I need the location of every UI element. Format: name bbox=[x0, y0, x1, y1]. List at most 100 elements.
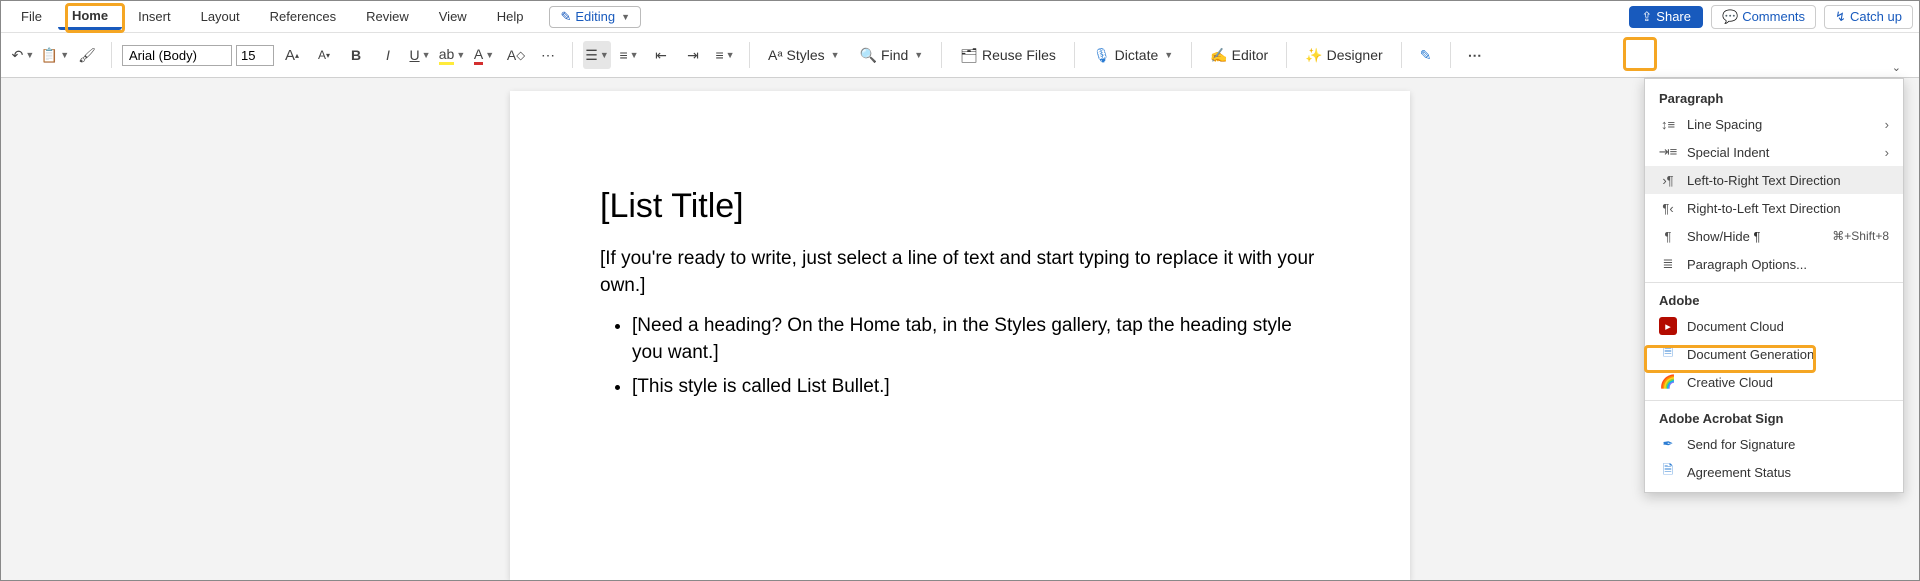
tab-layout[interactable]: Layout bbox=[187, 5, 254, 28]
tab-insert[interactable]: Insert bbox=[124, 5, 185, 28]
doc-gen-icon: 🗎 bbox=[1659, 345, 1677, 363]
catchup-button[interactable]: ↯ Catch up bbox=[1824, 5, 1913, 29]
comments-button[interactable]: 💬 Comments bbox=[1711, 5, 1816, 29]
more-font-button[interactable]: ⋯ bbox=[534, 41, 562, 69]
menu-shortcut: ⌘+Shift+8 bbox=[1832, 229, 1889, 243]
menu-agreement-status[interactable]: 🗎 Agreement Status bbox=[1645, 458, 1903, 486]
tab-help[interactable]: Help bbox=[483, 5, 538, 28]
menu-label: Left-to-Right Text Direction bbox=[1687, 173, 1841, 188]
designer-label: Designer bbox=[1327, 47, 1383, 63]
menu-document-generation[interactable]: 🗎 Document Generation bbox=[1645, 340, 1903, 368]
dictate-button[interactable]: 🎙 Dictate▼ bbox=[1085, 40, 1181, 70]
editor-button[interactable]: ✍ Editor bbox=[1202, 40, 1276, 70]
designer-icon: ✨ bbox=[1305, 47, 1322, 64]
pencil-icon: ✎ bbox=[560, 9, 571, 25]
page: [List Title] [If you're ready to write, … bbox=[510, 91, 1410, 580]
shrink-font-button[interactable]: A▾ bbox=[310, 41, 338, 69]
highlight-button[interactable]: ab▼ bbox=[438, 41, 466, 69]
share-button[interactable]: ⇪ Share bbox=[1629, 6, 1703, 28]
search-icon: 🔍 bbox=[860, 47, 877, 64]
list-item[interactable]: [Need a heading? On the Home tab, in the… bbox=[632, 313, 1320, 366]
find-button[interactable]: 🔍 Find▼ bbox=[852, 40, 932, 70]
catchup-label: Catch up bbox=[1850, 9, 1902, 24]
menu-label: Document Cloud bbox=[1687, 319, 1784, 334]
bold-button[interactable]: B bbox=[342, 41, 370, 69]
tab-review[interactable]: Review bbox=[352, 5, 423, 28]
outdent-button[interactable]: ⇤ bbox=[647, 41, 675, 69]
styles-label: Styles bbox=[787, 47, 825, 63]
format-painter-button[interactable]: 🖌 bbox=[73, 41, 101, 69]
undo-button[interactable]: ↶▼ bbox=[9, 41, 37, 69]
paste-button[interactable]: 📋▼ bbox=[41, 41, 69, 69]
clear-format-button[interactable]: A◇ bbox=[502, 41, 530, 69]
chevron-right-icon: › bbox=[1885, 117, 1889, 132]
editor-icon: ✍ bbox=[1210, 47, 1227, 64]
menu-heading-sign: Adobe Acrobat Sign bbox=[1645, 405, 1903, 430]
menu-label: Agreement Status bbox=[1687, 465, 1791, 480]
designer-button[interactable]: ✨ Designer bbox=[1297, 40, 1390, 70]
menu-special-indent[interactable]: ⇥≡ Special Indent › bbox=[1645, 138, 1903, 166]
menu-label: Special Indent bbox=[1687, 145, 1769, 160]
catchup-icon: ↯ bbox=[1835, 9, 1846, 25]
underline-button[interactable]: U▼ bbox=[406, 41, 434, 69]
menu-heading-adobe: Adobe bbox=[1645, 287, 1903, 312]
align-button[interactable]: ≡▼ bbox=[711, 41, 739, 69]
menu-label: Right-to-Left Text Direction bbox=[1687, 201, 1841, 216]
menu-creative-cloud[interactable]: 🌈 Creative Cloud bbox=[1645, 368, 1903, 396]
creative-cloud-icon: 🌈 bbox=[1659, 373, 1677, 391]
agreement-icon: 🗎 bbox=[1659, 463, 1677, 481]
menu-label: Show/Hide ¶ bbox=[1687, 229, 1760, 244]
ribbon: ↶▼ 📋▼ 🖌 A▴ A▾ B I U▼ ab▼ A▼ A◇ ⋯ ☰▼ ≡▼ ⇤… bbox=[1, 33, 1919, 78]
options-icon: ≣ bbox=[1659, 255, 1677, 273]
bullets-button[interactable]: ☰▼ bbox=[583, 41, 611, 69]
adobe-icon: ▸ bbox=[1659, 317, 1677, 335]
reuse-files-button[interactable]: 🗂 Reuse Files bbox=[952, 40, 1064, 70]
italic-button[interactable]: I bbox=[374, 41, 402, 69]
document-paragraph[interactable]: [If you're ready to write, just select a… bbox=[600, 246, 1320, 299]
chevron-down-icon: ▼ bbox=[621, 12, 630, 22]
font-color-button[interactable]: A▼ bbox=[470, 41, 498, 69]
share-label: Share bbox=[1656, 9, 1691, 24]
list-item[interactable]: [This style is called List Bullet.] bbox=[632, 374, 1320, 401]
menu-rtl[interactable]: ¶‹ Right-to-Left Text Direction bbox=[1645, 194, 1903, 222]
font-select[interactable] bbox=[122, 45, 232, 66]
document-title[interactable]: [List Title] bbox=[600, 187, 1320, 226]
menu-label: Send for Signature bbox=[1687, 437, 1795, 452]
collapse-ribbon-icon[interactable]: ⌄ bbox=[1892, 61, 1901, 74]
styles-button[interactable]: Aᵃ Styles▼ bbox=[760, 40, 848, 70]
comment-icon: 💬 bbox=[1722, 9, 1738, 25]
pilcrow-icon: ¶ bbox=[1659, 227, 1677, 245]
reuse-label: Reuse Files bbox=[982, 47, 1056, 63]
line-spacing-icon: ↕≡ bbox=[1659, 115, 1677, 133]
tab-home[interactable]: Home bbox=[58, 4, 122, 30]
right-actions: ⇪ Share 💬 Comments ↯ Catch up bbox=[1629, 5, 1913, 29]
chevron-right-icon: › bbox=[1885, 145, 1889, 160]
editing-mode-button[interactable]: ✎ Editing ▼ bbox=[549, 6, 641, 28]
menu-document-cloud[interactable]: ▸ Document Cloud bbox=[1645, 312, 1903, 340]
menu-paragraph-options[interactable]: ≣ Paragraph Options... bbox=[1645, 250, 1903, 278]
styles-icon: Aᵃ bbox=[768, 47, 783, 63]
menu-heading-paragraph: Paragraph bbox=[1645, 85, 1903, 110]
ink-button[interactable]: ✎ bbox=[1412, 41, 1440, 69]
bullet-list[interactable]: [Need a heading? On the Home tab, in the… bbox=[632, 313, 1320, 401]
menu-tabs: File Home Insert Layout References Revie… bbox=[1, 1, 1919, 33]
grow-font-button[interactable]: A▴ bbox=[278, 41, 306, 69]
find-label: Find bbox=[881, 47, 908, 63]
numbering-button[interactable]: ≡▼ bbox=[615, 41, 643, 69]
menu-line-spacing[interactable]: ↕≡ Line Spacing › bbox=[1645, 110, 1903, 138]
indent-button[interactable]: ⇥ bbox=[679, 41, 707, 69]
tab-view[interactable]: View bbox=[425, 5, 481, 28]
menu-show-hide[interactable]: ¶ Show/Hide ¶ ⌘+Shift+8 bbox=[1645, 222, 1903, 250]
signature-icon: ✒ bbox=[1659, 435, 1677, 453]
menu-label: Document Generation bbox=[1687, 347, 1814, 362]
dictate-label: Dictate bbox=[1115, 47, 1159, 63]
tab-file[interactable]: File bbox=[7, 5, 56, 28]
size-select[interactable] bbox=[236, 45, 274, 66]
tab-references[interactable]: References bbox=[256, 5, 350, 28]
document-area: [List Title] [If you're ready to write, … bbox=[1, 83, 1919, 580]
menu-ltr[interactable]: ›¶ Left-to-Right Text Direction bbox=[1645, 166, 1903, 194]
overflow-button[interactable]: ⋯ bbox=[1461, 41, 1489, 69]
menu-send-signature[interactable]: ✒ Send for Signature bbox=[1645, 430, 1903, 458]
menu-label: Paragraph Options... bbox=[1687, 257, 1807, 272]
mic-icon: 🎙 bbox=[1093, 47, 1111, 64]
